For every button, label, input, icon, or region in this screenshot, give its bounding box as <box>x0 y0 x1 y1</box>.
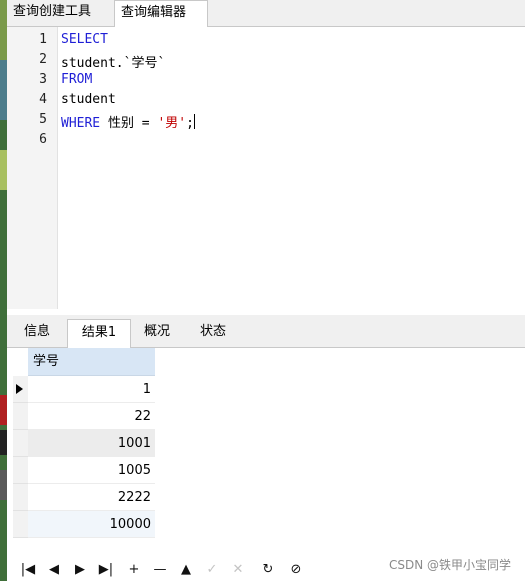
previous-record-icon[interactable]: ◀ <box>45 560 63 580</box>
current-row-arrow-icon <box>16 384 23 394</box>
sql-string: '男' <box>157 116 187 131</box>
sql-text: 性别 = <box>100 116 158 131</box>
sql-editor[interactable]: 1 2 3 4 5 6 SELECT student.`学号` FROM stu… <box>7 27 525 309</box>
sql-keyword: WHERE <box>61 116 101 131</box>
add-record-icon[interactable]: + <box>125 560 143 580</box>
row-indicator[interactable] <box>13 484 28 511</box>
apply-icon[interactable]: ▲ <box>177 560 195 580</box>
sql-keyword: SELECT <box>61 32 108 47</box>
code-line[interactable]: FROM <box>61 72 92 87</box>
line-number: 4 <box>39 92 47 107</box>
tab-info[interactable]: 信息 <box>11 319 63 347</box>
row-indicator[interactable] <box>13 403 28 430</box>
tab-query-builder[interactable]: 查询创建工具 <box>7 0 113 26</box>
line-number: 3 <box>39 72 47 87</box>
sql-text: ; <box>186 116 194 131</box>
line-number: 5 <box>39 112 47 127</box>
table-cell[interactable]: 1 <box>28 376 155 403</box>
code-line[interactable]: student.`学号` <box>61 52 165 71</box>
line-number-gutter: 1 2 3 4 5 6 <box>7 27 58 309</box>
desktop-edge <box>0 0 7 581</box>
row-indicator[interactable] <box>13 511 28 538</box>
discard-icon[interactable]: ✕ <box>229 560 247 580</box>
line-number: 2 <box>39 52 47 67</box>
line-number: 1 <box>39 32 47 47</box>
sql-text: student.`学号` <box>61 56 166 71</box>
row-indicator[interactable] <box>13 430 28 457</box>
last-record-icon[interactable]: ▶| <box>97 560 115 580</box>
stop-icon[interactable]: ⊘ <box>287 560 305 580</box>
query-tabs-bar: 查询创建工具 查询编辑器 <box>7 0 525 27</box>
result-grid: 学号 1 22 1001 1005 2222 10000 <box>7 348 525 558</box>
table-cell[interactable]: 2222 <box>28 484 155 511</box>
table-cell[interactable]: 10000 <box>28 511 155 538</box>
refresh-icon[interactable]: ↻ <box>259 560 277 580</box>
sql-keyword: FROM <box>61 72 93 87</box>
sql-text: student <box>61 92 116 107</box>
column-header-student-id[interactable]: 学号 <box>28 348 155 376</box>
table-cell[interactable]: 1005 <box>28 457 155 484</box>
text-cursor <box>193 114 195 129</box>
table-cell[interactable]: 1001 <box>28 430 155 457</box>
code-line[interactable]: WHERE 性别 = '男'; <box>61 112 195 131</box>
code-line[interactable]: SELECT <box>61 32 108 47</box>
tab-result1[interactable]: 结果1 <box>67 319 131 349</box>
tab-overview[interactable]: 概况 <box>131 319 183 347</box>
confirm-icon[interactable]: ✓ <box>203 560 221 580</box>
row-indicator[interactable] <box>13 376 28 403</box>
row-indicator[interactable] <box>13 457 28 484</box>
line-number: 6 <box>39 132 47 147</box>
code-line[interactable]: student <box>61 92 116 107</box>
watermark: CSDN @铁甲小宝同学 <box>388 558 511 572</box>
table-cell[interactable]: 22 <box>28 403 155 430</box>
tab-status[interactable]: 状态 <box>187 319 239 347</box>
result-tabs-bar: 信息 结果1 概况 状态 <box>7 315 525 349</box>
next-record-icon[interactable]: ▶ <box>71 560 89 580</box>
first-record-icon[interactable]: |◀ <box>19 560 37 580</box>
tab-query-editor[interactable]: 查询编辑器 <box>114 0 208 27</box>
delete-record-icon[interactable]: — <box>151 560 169 580</box>
